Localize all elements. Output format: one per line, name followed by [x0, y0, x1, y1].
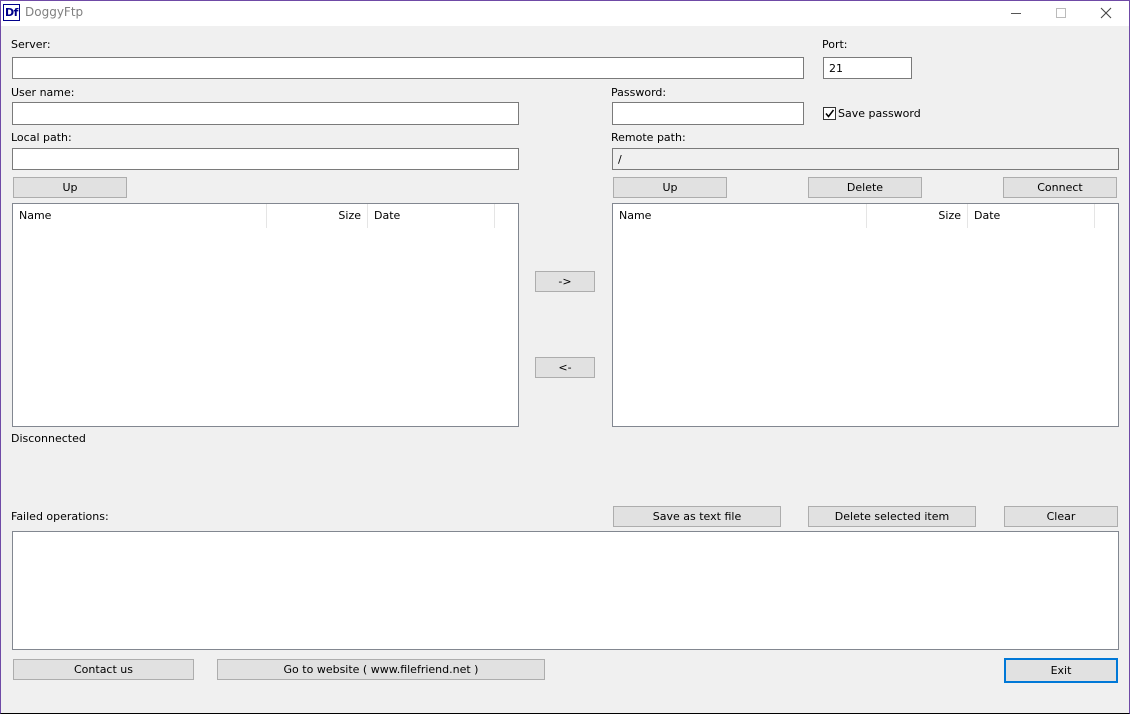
remote-list-header: Name Size Date — [613, 204, 1118, 228]
local-path-input[interactable] — [12, 148, 519, 170]
go-to-website-button[interactable]: Go to website ( www.filefriend.net ) — [217, 659, 545, 680]
delete-selected-item-button[interactable]: Delete selected item — [808, 506, 976, 527]
username-input[interactable] — [12, 102, 519, 125]
failed-operations-list[interactable] — [12, 531, 1119, 650]
clear-button[interactable]: Clear — [1004, 506, 1118, 527]
remote-path-label: Remote path: — [611, 131, 686, 144]
minimize-icon — [1010, 13, 1021, 14]
maximize-button[interactable] — [1038, 1, 1083, 25]
connection-status: Disconnected — [11, 432, 86, 445]
remote-up-button[interactable]: Up — [613, 177, 727, 198]
minimize-button[interactable] — [993, 1, 1038, 25]
connect-button[interactable]: Connect — [1003, 177, 1117, 198]
username-label: User name: — [11, 86, 75, 99]
close-button[interactable] — [1083, 1, 1128, 25]
close-icon — [1100, 7, 1111, 19]
maximize-icon — [1055, 8, 1066, 18]
port-label: Port: — [822, 38, 848, 51]
local-up-button[interactable]: Up — [13, 177, 127, 198]
remote-column-name[interactable]: Name — [613, 204, 867, 228]
save-as-text-button[interactable]: Save as text file — [613, 506, 781, 527]
local-path-label: Local path: — [11, 131, 72, 144]
checkmark-icon — [825, 109, 835, 118]
port-input[interactable] — [823, 57, 912, 79]
failed-operations-label: Failed operations: — [11, 510, 109, 523]
local-file-list[interactable]: Name Size Date — [12, 203, 519, 427]
remote-file-list[interactable]: Name Size Date — [612, 203, 1119, 427]
password-label: Password: — [611, 86, 667, 99]
local-list-header: Name Size Date — [13, 204, 518, 228]
exit-button[interactable]: Exit — [1004, 658, 1118, 683]
remote-path-input[interactable] — [612, 148, 1119, 170]
title-bar[interactable] — [1, 1, 1129, 26]
local-column-name[interactable]: Name — [13, 204, 267, 228]
local-column-size[interactable]: Size — [267, 204, 368, 228]
upload-button[interactable]: -> — [535, 271, 595, 292]
window-title: DoggyFtp — [25, 5, 84, 19]
save-password-label[interactable]: Save password — [838, 107, 921, 120]
password-input[interactable] — [612, 102, 804, 125]
remote-delete-button[interactable]: Delete — [808, 177, 922, 198]
remote-column-size[interactable]: Size — [867, 204, 968, 228]
save-password-checkbox[interactable] — [823, 107, 836, 120]
local-column-date[interactable]: Date — [368, 204, 495, 228]
server-label: Server: — [11, 38, 51, 51]
remote-column-date[interactable]: Date — [968, 204, 1095, 228]
app-logo-icon: Df — [3, 4, 20, 21]
contact-us-button[interactable]: Contact us — [13, 659, 194, 680]
server-input[interactable] — [12, 57, 804, 79]
download-button[interactable]: <- — [535, 357, 595, 378]
